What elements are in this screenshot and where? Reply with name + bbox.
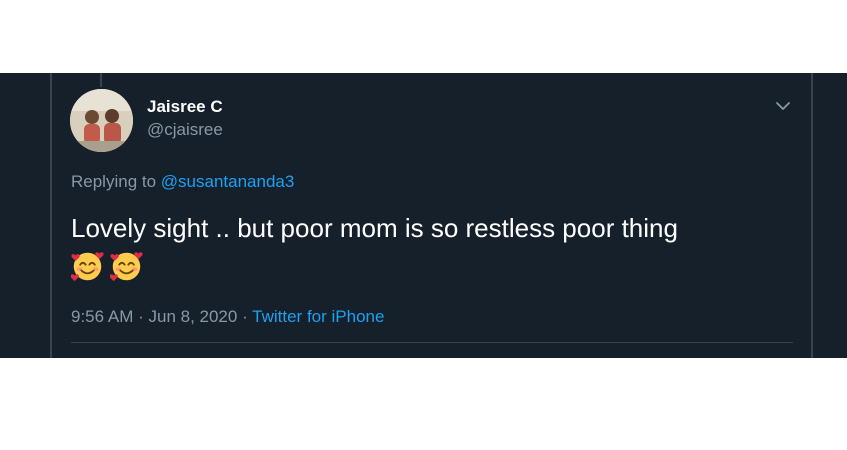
- smiling-face-with-hearts-icon: [71, 252, 104, 282]
- tweet-time[interactable]: 9:56 AM: [71, 307, 133, 326]
- meta-separator: ·: [133, 307, 149, 326]
- chevron-down-icon[interactable]: [775, 99, 791, 111]
- tweet-card[interactable]: Jaisree C @cjaisree Replying to @susanta…: [0, 73, 847, 358]
- card-left-border: [50, 73, 52, 358]
- meta-separator: ·: [237, 307, 253, 326]
- tweet-text: Lovely sight .. but poor mom is so restl…: [71, 213, 678, 243]
- reply-prefix: Replying to: [71, 172, 161, 191]
- avatar[interactable]: [70, 89, 133, 152]
- author-handle[interactable]: @cjaisree: [147, 120, 223, 140]
- tweet-source-link[interactable]: Twitter for iPhone: [252, 307, 384, 326]
- tweet-metadata: 9:56 AM · Jun 8, 2020 · Twitter for iPho…: [71, 307, 384, 327]
- card-right-border: [811, 73, 813, 358]
- reply-context: Replying to @susantananda3: [71, 172, 294, 192]
- tweet-emojis: [71, 250, 143, 284]
- divider: [71, 342, 793, 343]
- thread-connector-line: [100, 73, 102, 87]
- smiling-face-with-hearts-icon: [110, 252, 143, 282]
- author-display-name[interactable]: Jaisree C: [147, 97, 223, 117]
- page: Jaisree C @cjaisree Replying to @susanta…: [0, 0, 847, 450]
- tweet-date[interactable]: Jun 8, 2020: [148, 307, 237, 326]
- reply-to-handle-link[interactable]: @susantananda3: [161, 172, 295, 191]
